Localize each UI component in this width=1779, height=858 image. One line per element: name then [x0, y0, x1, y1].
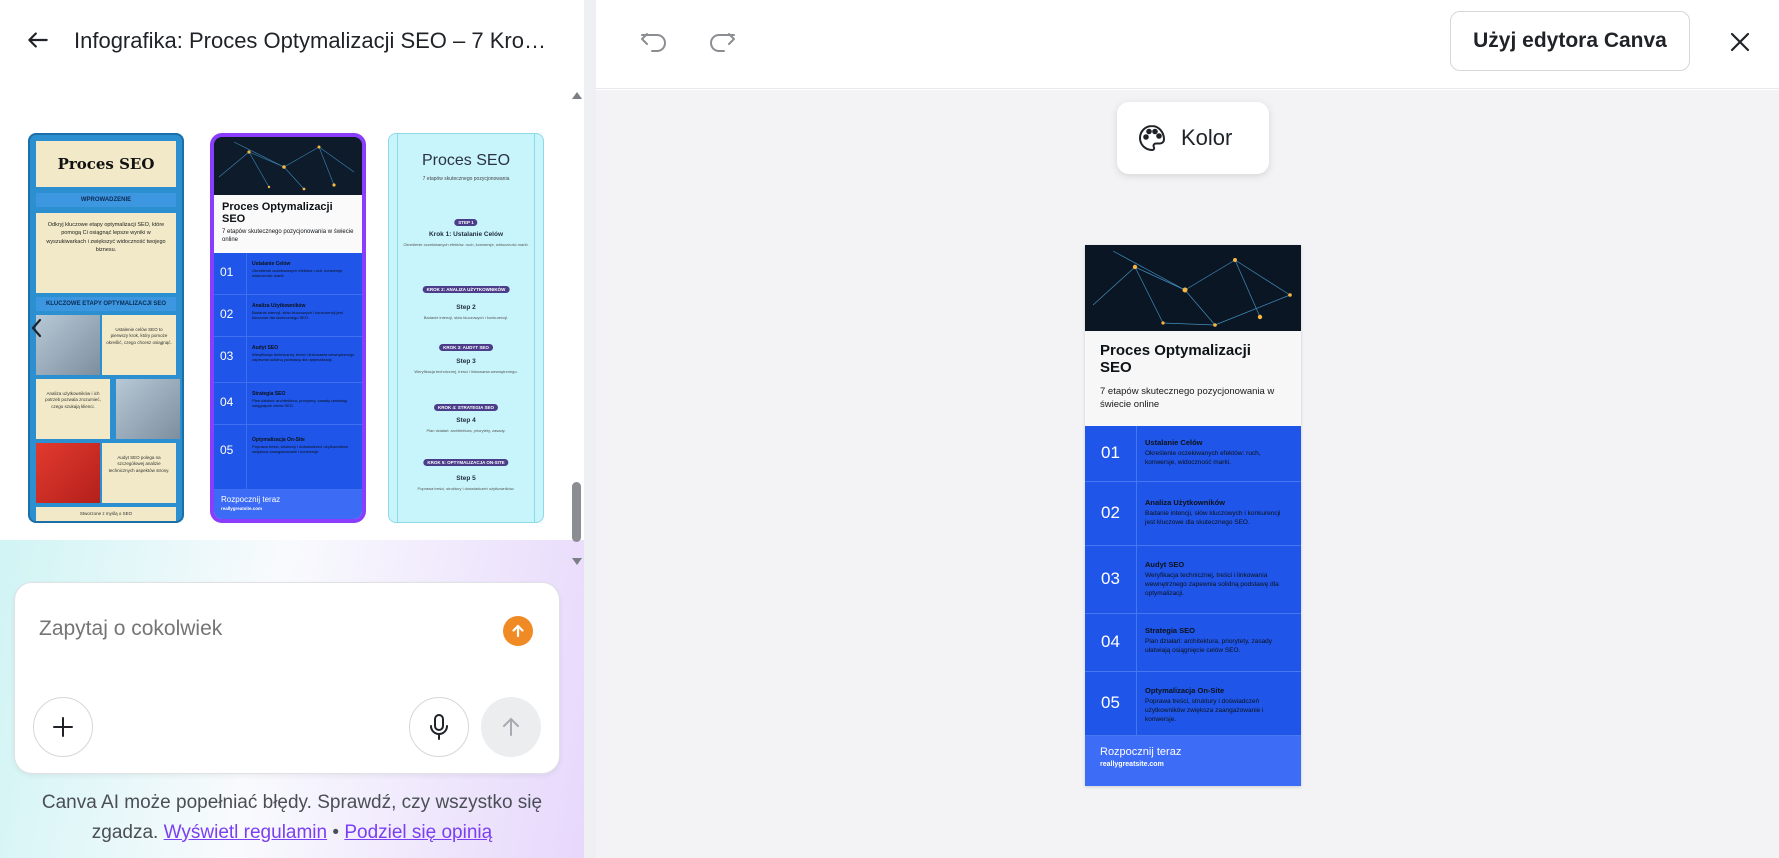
- send-button[interactable]: [481, 697, 541, 757]
- design-option-2-selected[interactable]: Proces Optymalizacji SEO 7 etapów skutec…: [210, 133, 366, 523]
- add-attachment-button[interactable]: [33, 697, 93, 757]
- poster-footer: Rozpocznij teraz reallygreatsite.com: [1085, 736, 1301, 786]
- link-separator: •: [332, 822, 340, 843]
- thumb2-header: Proces Optymalizacji SEO 7 etapów skutec…: [214, 195, 362, 253]
- thumb3-step-desc: Plan działań: architektura, priorytety, …: [426, 428, 506, 433]
- plus-icon: [53, 717, 73, 737]
- preview-toolbar: Użyj edytora Canva: [596, 0, 1779, 89]
- redo-icon: [710, 33, 735, 52]
- thumb2-network-image: [214, 137, 362, 195]
- close-button[interactable]: [1720, 22, 1760, 62]
- document-title: Infografika: Proces Optymalizacji SEO – …: [74, 28, 556, 53]
- thumb3-step-title: Step 4: [456, 417, 476, 424]
- thumb2-step-row: 01 Ustalanie Celów Określenie oczekiwany…: [214, 253, 362, 295]
- poster-step-row: 03 Audyt SEO Weryfikacja technicznej, tr…: [1085, 546, 1301, 614]
- assistant-panel: Infografika: Proces Optymalizacji SEO – …: [0, 0, 584, 858]
- thumb3-step-pill: KROK 5: OPTYMALIZACJA ON-SITE: [423, 459, 509, 466]
- poster-step-row: 05 Optymalizacja On-Site Poprawa treści,…: [1085, 672, 1301, 736]
- thumb2-subtitle: 7 etapów skutecznego pozycjonowania w św…: [222, 229, 354, 243]
- terms-link[interactable]: Wyświetl regulamin: [164, 822, 328, 843]
- thumb1-intro: Odkryj kluczowe etapy optymalizacji SEO,…: [36, 213, 176, 293]
- thumb3-step-desc: Badanie intencji, słów kluczowych i konk…: [423, 315, 509, 320]
- poster-subtitle: 7 etapów skutecznego pozycjonowania w św…: [1100, 386, 1275, 411]
- thumb3-title: Proces SEO: [421, 152, 511, 169]
- ai-disclaimer: Canva AI może popełniać błędy. Sprawdź, …: [20, 788, 564, 848]
- design-carousel: Proces SEO WPROWADZENIE Odkryj kluczowe …: [28, 133, 548, 523]
- thumb3-step-title: Krok 1: Ustalanie Celów: [428, 231, 504, 238]
- design-preview[interactable]: Proces Optymalizacji SEO 7 etapów skutec…: [1085, 245, 1301, 786]
- thumb2-step-row: 04 Strategia SEO Plan działań: architekt…: [214, 383, 362, 425]
- thumb1-image-red: [36, 443, 100, 503]
- thumb3-subtitle: 7 etapów skutecznego pozycjonowania: [422, 176, 510, 182]
- redo-button[interactable]: [702, 22, 742, 62]
- design-option-3[interactable]: Proces SEO 7 etapów skutecznego pozycjon…: [388, 133, 544, 523]
- thumb3-step-pill: KROK 2: ANALIZA UŻYTKOWNIKÓW: [422, 286, 510, 293]
- thumb3-step-pill: KROK 3: AUDYT SEO: [439, 344, 493, 351]
- thumb1-cell-3: Audyt SEO polega na szczegółowej analizi…: [102, 443, 176, 503]
- poster-cta: Rozpocznij teraz: [1100, 746, 1182, 758]
- thumb1-steps-label: KLUCZOWE ETAPY OPTYMALIZACJI SEO: [36, 297, 176, 311]
- poster-title: Proces Optymalizacji SEO: [1100, 342, 1251, 376]
- thumb2-step-row: 05 Optymalizacja On-Site Poprawa treści,…: [214, 425, 362, 490]
- thumb3-step-title: Step 3: [456, 358, 476, 365]
- thumb3-step-title: Step 5: [456, 475, 476, 482]
- color-button-label: Kolor: [1181, 125, 1233, 150]
- thumb2-step-row: 02 Analiza Użytkowników Badanie intencji…: [214, 295, 362, 337]
- arrow-up-icon: [503, 717, 519, 736]
- poster-step-row: 01 Ustalanie Celów Określenie oczekiwany…: [1085, 426, 1301, 482]
- thumb1-image-steel: [116, 379, 180, 439]
- panel-divider[interactable]: [584, 0, 596, 858]
- poster-network-image: [1085, 245, 1301, 331]
- thumb1-cell-1: Ustalenie celów SEO to pierwszy krok, kt…: [102, 315, 176, 375]
- thumb1-cell-2: Analiza użytkowników i ich potrzeb pozwa…: [36, 379, 110, 439]
- thumb3-step-title: Step 2: [456, 304, 476, 311]
- close-icon: [1730, 32, 1750, 52]
- feedback-link[interactable]: Podziel się opinią: [344, 822, 492, 843]
- poster-step-row: 04 Strategia SEO Plan działań: architekt…: [1085, 614, 1301, 672]
- chat-input[interactable]: [39, 617, 479, 641]
- thumb2-title: Proces Optymalizacji SEO: [222, 201, 333, 226]
- panel-header: Infografika: Proces Optymalizacji SEO – …: [0, 0, 584, 82]
- quick-submit-button[interactable]: [503, 616, 533, 646]
- thumb1-header: Proces SEO: [36, 141, 176, 187]
- poster-header: Proces Optymalizacji SEO 7 etapów skutec…: [1085, 331, 1301, 426]
- scroll-down-arrow[interactable]: [572, 558, 582, 565]
- thumb1-footer: Stworzone z myślą o SEO: [36, 507, 176, 521]
- thumb3-step-pill: KROK 4: STRATEGIA SEO: [433, 404, 499, 411]
- thumb2-footer: Rozpocznij teraz reallygreatsite.com: [214, 490, 362, 519]
- preview-panel: Użyj edytora Canva Kolor Proces Optymali…: [596, 0, 1779, 858]
- color-button[interactable]: Kolor: [1117, 102, 1269, 174]
- poster-website: reallygreatsite.com: [1100, 761, 1164, 768]
- undo-icon: [641, 33, 666, 52]
- preview-canvas: Kolor Proces Optymalizacji SEO 7 etapów …: [596, 90, 1779, 858]
- carousel-prev-button[interactable]: [26, 314, 46, 342]
- thumb1-intro-text: Odkryj kluczowe etapy optymalizacji SEO,…: [46, 222, 166, 253]
- voice-input-button[interactable]: [409, 697, 469, 757]
- chat-composer: [14, 582, 560, 774]
- palette-icon: [1139, 124, 1166, 152]
- design-option-1[interactable]: Proces SEO WPROWADZENIE Odkryj kluczowe …: [28, 133, 184, 523]
- poster-step-row: 02 Analiza Użytkowników Badanie intencji…: [1085, 482, 1301, 546]
- undo-button[interactable]: [634, 22, 674, 62]
- microphone-icon: [430, 714, 448, 740]
- chevron-left-icon: [31, 318, 42, 338]
- thumb1-title: Proces SEO: [57, 155, 155, 173]
- thumb3-step-desc: Poprawa treści, struktury i doświadczeń …: [417, 486, 515, 491]
- arrow-up-icon: [512, 624, 524, 638]
- thumb3-step-pill: STEP 1: [454, 219, 478, 226]
- scrollbar-thumb[interactable]: [572, 482, 581, 542]
- scroll-up-arrow[interactable]: [572, 92, 582, 99]
- back-arrow-icon: [28, 32, 48, 48]
- back-button[interactable]: [20, 22, 56, 58]
- thumb1-intro-label: WPROWADZENIE: [36, 193, 176, 207]
- thumb3-step-desc: Określenie oczekiwanych efektów: ruch, k…: [403, 242, 529, 247]
- thumb3-step-desc: Weryfikacja technicznej, treści i linkow…: [414, 369, 518, 374]
- thumb2-step-row: 03 Audyt SEO Weryfikacja technicznej, tr…: [214, 337, 362, 383]
- use-canva-editor-button[interactable]: Użyj edytora Canva: [1450, 11, 1690, 71]
